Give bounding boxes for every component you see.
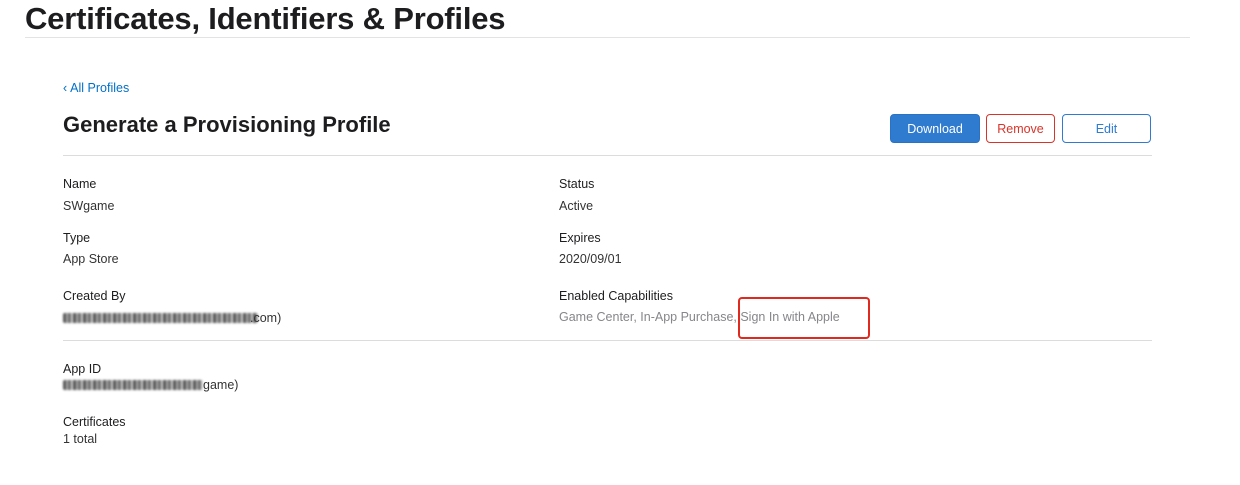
created-by-label: Created By	[63, 289, 126, 303]
remove-button[interactable]: Remove	[986, 114, 1055, 143]
details-divider	[63, 340, 1152, 341]
page-title: Certificates, Identifiers & Profiles	[25, 1, 506, 36]
download-button[interactable]: Download	[890, 114, 980, 143]
section-heading: Generate a Provisioning Profile	[63, 112, 391, 137]
redacted-created-by	[63, 313, 258, 323]
type-label: Type	[63, 231, 91, 245]
title-divider	[25, 37, 1190, 38]
name-value: SWgame	[63, 199, 115, 213]
chevron-left-icon: ‹	[63, 81, 68, 95]
heading-divider	[63, 155, 1152, 156]
name-label: Name	[63, 177, 97, 191]
capabilities-part-1: Game Center, In-App Purchase,	[559, 310, 737, 324]
certificates-value: 1 total	[63, 432, 98, 446]
enabled-capabilities-label: Enabled Capabilities	[559, 289, 673, 303]
edit-button[interactable]: Edit	[1062, 114, 1151, 143]
expires-label: Expires	[559, 231, 601, 245]
created-by-value-suffix: .com)	[250, 311, 282, 325]
status-label: Status	[559, 177, 595, 191]
type-value: App Store	[63, 252, 119, 266]
back-link-label: All Profiles	[70, 81, 130, 95]
annotation-highlight-box	[738, 297, 870, 339]
redacted-app-id	[63, 380, 203, 390]
certificates-label: Certificates	[63, 415, 126, 429]
back-to-all-profiles-link[interactable]: ‹ All Profiles	[63, 80, 129, 96]
expires-value: 2020/09/01	[559, 252, 622, 266]
app-id-label: App ID	[63, 362, 102, 376]
status-value: Active	[559, 199, 594, 213]
app-id-value-suffix: game)	[203, 378, 239, 392]
